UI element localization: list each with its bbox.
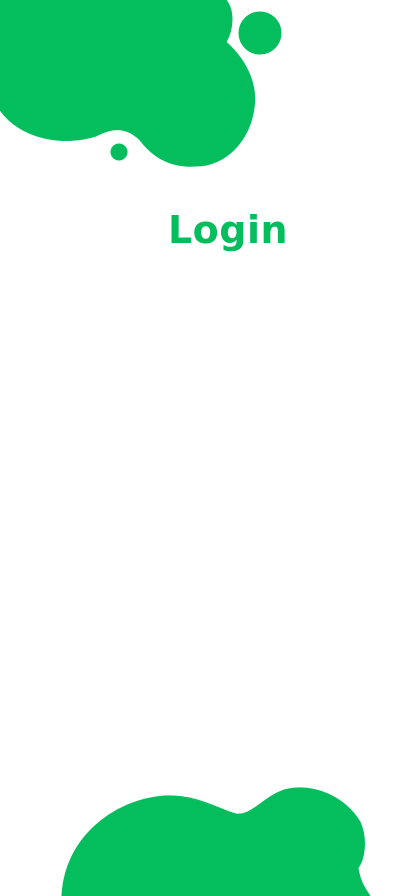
top-decorative-blobs bbox=[0, 0, 282, 167]
login-screen: Login bbox=[0, 0, 414, 896]
page-title: Login bbox=[167, 208, 289, 252]
top-blob-shape bbox=[0, 0, 256, 167]
bottom-blob-shape bbox=[61, 787, 371, 896]
top-bubble-small bbox=[110, 143, 128, 161]
bottom-decorative-blob bbox=[61, 787, 371, 896]
top-bubble-large bbox=[238, 11, 282, 55]
